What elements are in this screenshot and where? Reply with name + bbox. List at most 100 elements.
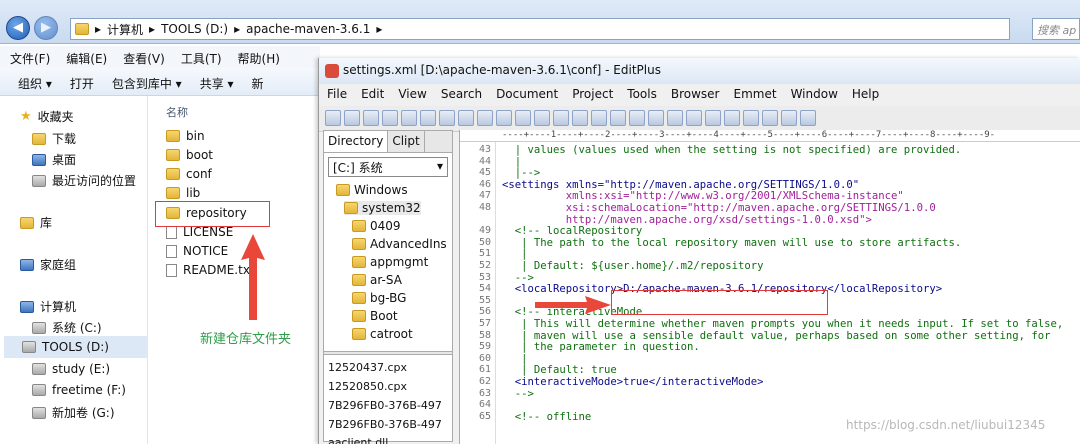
line-number-icon[interactable] [686, 110, 702, 126]
menu-edit[interactable]: 编辑(E) [66, 50, 107, 66]
goto-icon[interactable] [629, 110, 645, 126]
menu-tools[interactable]: 工具(T) [181, 50, 222, 66]
ep-menu-window[interactable]: Window [791, 87, 838, 106]
dir-item[interactable]: catroot [352, 327, 413, 341]
dir-item[interactable]: bg-BG [352, 291, 406, 305]
ep-menu-edit[interactable]: Edit [361, 87, 384, 106]
open-button[interactable]: 打开 [70, 75, 94, 91]
nav-favorites[interactable]: ★ 收藏夹 [20, 108, 74, 125]
file-list-item[interactable]: 12520437.cpx [328, 361, 407, 374]
nav-libraries[interactable]: 库 [20, 214, 52, 231]
nav-homegroup[interactable]: 家庭组 [20, 256, 76, 273]
file-list-item[interactable]: 7B296FB0-376B-497 [328, 418, 442, 431]
cut-icon[interactable] [477, 110, 493, 126]
dir-item[interactable]: Windows [336, 183, 408, 197]
nav-drive-f[interactable]: freetime (F:) [32, 383, 126, 397]
print-preview-icon[interactable] [401, 110, 417, 126]
file-license[interactable]: LICENSE [166, 225, 233, 239]
menu-help[interactable]: 帮助(H) [238, 50, 280, 66]
forward-button[interactable]: ▶ [34, 16, 58, 40]
open-file-icon[interactable] [344, 110, 360, 126]
help-icon[interactable] [800, 110, 816, 126]
file-list-item[interactable]: 12520850.cpx [328, 380, 407, 393]
file-list-item[interactable]: aaclient.dll [328, 436, 388, 444]
folder-lib[interactable]: lib [166, 186, 200, 200]
ruler-icon[interactable] [667, 110, 683, 126]
menu-view[interactable]: 查看(V) [123, 50, 165, 66]
undo-icon[interactable] [553, 110, 569, 126]
breadcrumb-tools[interactable]: TOOLS (D:) [161, 22, 228, 36]
menu-file[interactable]: 文件(F) [10, 50, 50, 66]
organize-button[interactable]: 组织 ▾ [18, 75, 52, 91]
nav-downloads[interactable]: 下载 [32, 130, 76, 147]
nav-drive-e[interactable]: study (E:) [32, 362, 110, 376]
folder-conf[interactable]: conf [166, 167, 212, 181]
print-icon[interactable] [420, 110, 436, 126]
dir-item[interactable]: AdvancedIns [352, 237, 447, 251]
copy-icon[interactable] [496, 110, 512, 126]
save-icon[interactable] [363, 110, 379, 126]
pane-splitter[interactable] [324, 351, 452, 355]
dir-item[interactable]: appmgmt [352, 255, 428, 269]
spellcheck-icon[interactable] [439, 110, 455, 126]
ep-menu-view[interactable]: View [398, 87, 426, 106]
line-number-gutter: 43 44 45 46 47 48 49 50 51 52 53 54 55 56 57 58 59 60 61 62… [460, 142, 496, 444]
folder-icon [344, 202, 358, 214]
cliptext-icon[interactable] [781, 110, 797, 126]
tab-directory[interactable]: Directory [324, 131, 389, 152]
watermark: https://blog.csdn.net/liubui12345 [846, 418, 1046, 432]
breadcrumb-computer[interactable]: 计算机 [107, 21, 143, 38]
folder-icon [352, 274, 366, 286]
file-notice[interactable]: NOTICE [166, 244, 228, 258]
nav-drive-c[interactable]: 系统 (C:) [32, 319, 102, 336]
ep-menu-emmet[interactable]: Emmet [734, 87, 777, 106]
star-icon: ★ [20, 109, 32, 124]
nav-drive-d[interactable]: TOOLS (D:) [4, 336, 148, 358]
drive-select[interactable]: [C:] 系统 ▾ [328, 157, 448, 177]
dir-item[interactable]: 0409 [352, 219, 401, 233]
tab-cliptext[interactable]: Clipt [388, 131, 425, 152]
replace-icon[interactable] [610, 110, 626, 126]
settings-icon[interactable] [705, 110, 721, 126]
code-line: | the parameter in question. [502, 341, 700, 354]
column-header-name[interactable]: 名称 [166, 104, 188, 120]
ep-menu-search[interactable]: Search [441, 87, 482, 106]
browser-icon[interactable] [458, 110, 474, 126]
folder-bin[interactable]: bin [166, 129, 205, 143]
file-list-item[interactable]: 7B296FB0-376B-497 [328, 399, 442, 412]
nav-desktop[interactable]: 桌面 [32, 151, 76, 168]
directory-icon[interactable] [743, 110, 759, 126]
word-wrap-icon[interactable] [648, 110, 664, 126]
share-button[interactable]: 共享 ▾ [200, 75, 234, 91]
redo-icon[interactable] [572, 110, 588, 126]
fullscreen-icon[interactable] [724, 110, 740, 126]
new-folder-button[interactable]: 新 [252, 75, 264, 91]
new-file-icon[interactable] [325, 110, 341, 126]
ep-menu-project[interactable]: Project [572, 87, 613, 106]
find-icon[interactable] [591, 110, 607, 126]
back-button[interactable]: ◀ [6, 16, 30, 40]
paste-icon[interactable] [515, 110, 531, 126]
save-all-icon[interactable] [382, 110, 398, 126]
ep-menu-help[interactable]: Help [852, 87, 879, 106]
address-input[interactable]: ▸ 计算机 ▸ TOOLS (D:) ▸ apache-maven-3.6.1 … [70, 18, 1010, 40]
ep-menu-tools[interactable]: Tools [627, 87, 657, 106]
folder-icon [75, 23, 89, 35]
include-library-button[interactable]: 包含到库中 ▾ [112, 75, 182, 91]
breadcrumb-maven[interactable]: apache-maven-3.6.1 [246, 22, 370, 36]
nav-recent[interactable]: 最近访问的位置 [32, 172, 136, 189]
nav-drive-g[interactable]: 新加卷 (G:) [32, 404, 115, 421]
dir-item[interactable]: system32 [344, 201, 421, 215]
search-input[interactable]: 搜索 ap [1032, 18, 1080, 40]
dir-item[interactable]: ar-SA [352, 273, 402, 287]
ep-menu-document[interactable]: Document [496, 87, 558, 106]
dir-item[interactable]: Boot [352, 309, 398, 323]
nav-computer[interactable]: 计算机 [20, 298, 76, 315]
ep-menu-file[interactable]: File [327, 87, 347, 106]
delete-icon[interactable] [534, 110, 550, 126]
code-editor[interactable]: ----+----1----+----2----+----3----+----4… [459, 130, 1080, 444]
folder-boot[interactable]: boot [166, 148, 213, 162]
code-line: | This will determine whether maven prom… [502, 318, 1064, 330]
output-icon[interactable] [762, 110, 778, 126]
ep-menu-browser[interactable]: Browser [671, 87, 720, 106]
